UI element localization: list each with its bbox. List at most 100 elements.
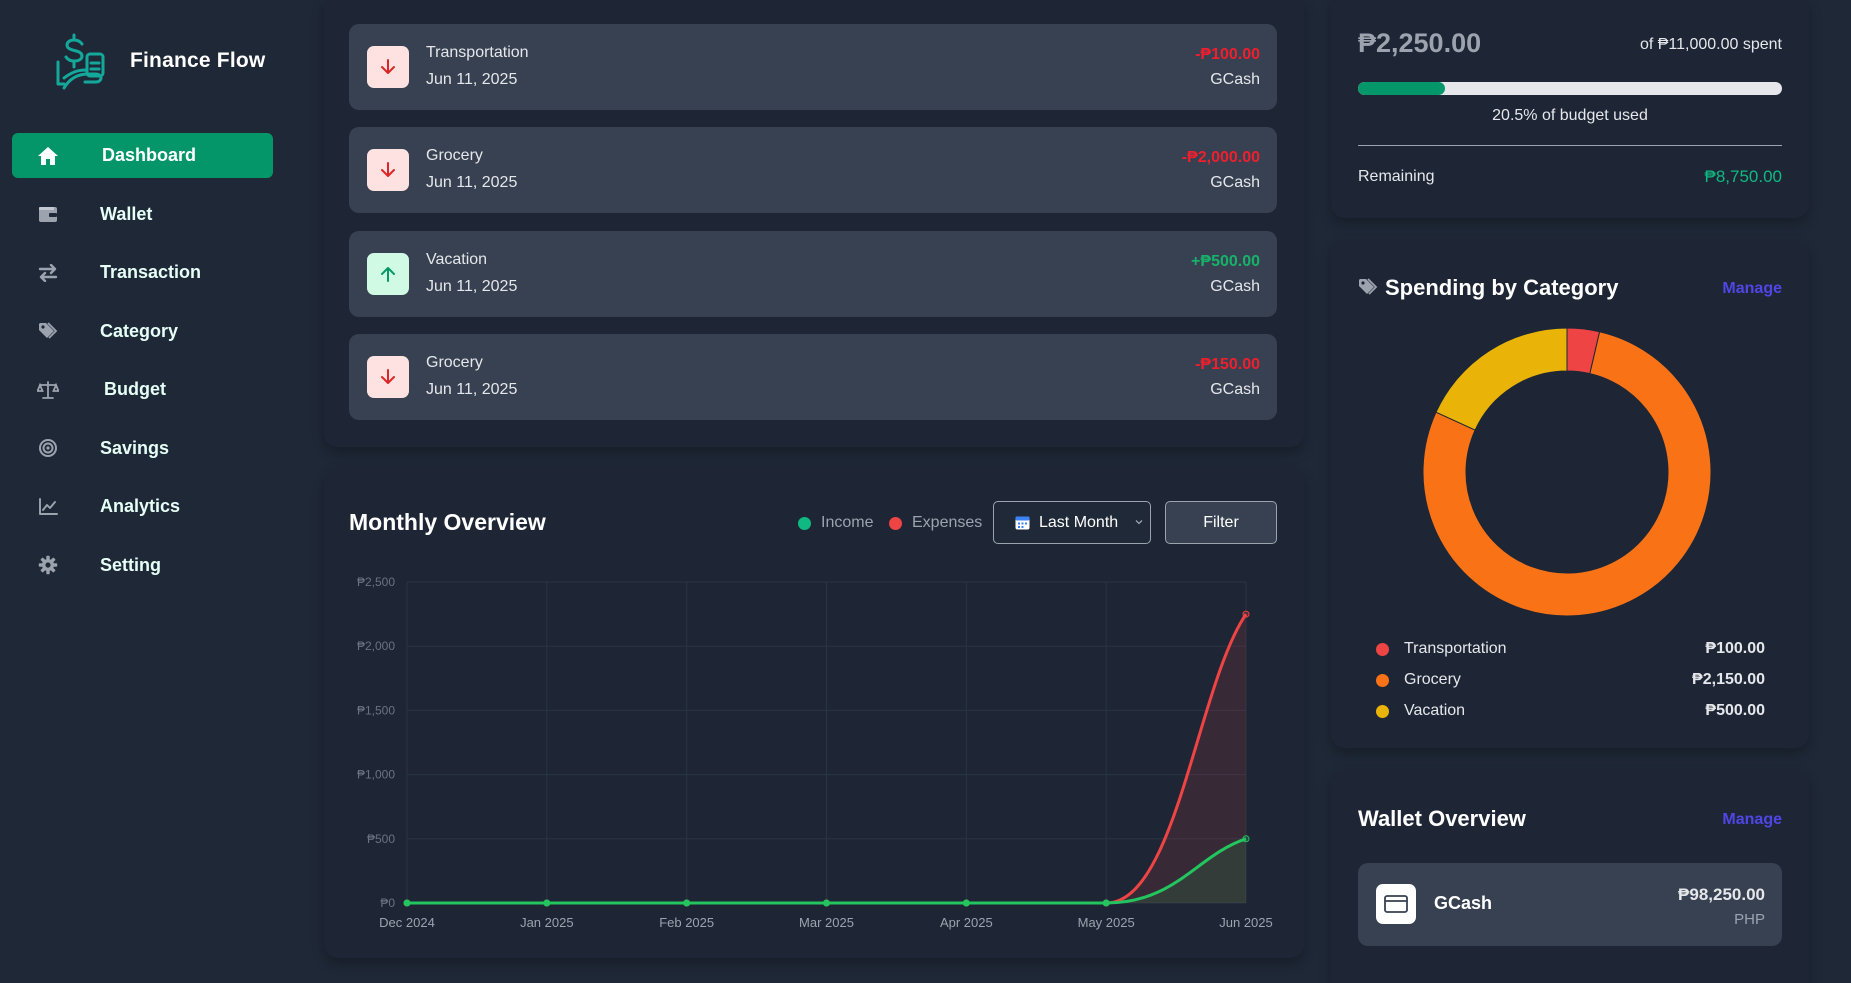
sidebar-item-dashboard[interactable]: Dashboard: [12, 133, 273, 178]
sidebar-item-label: Wallet: [100, 203, 153, 224]
category-dot: [1376, 642, 1389, 656]
sidebar-item-analytics[interactable]: Analytics: [12, 484, 273, 529]
sidebar-item-wallet[interactable]: Wallet: [12, 192, 273, 237]
category-legend-item: Grocery ₱2,150.00: [1376, 668, 1765, 692]
wallet-overview-title: Wallet Overview: [1358, 806, 1526, 831]
category-dot: [1376, 704, 1389, 718]
transaction-name: Vacation: [426, 251, 488, 268]
category-dot: [1376, 673, 1389, 687]
sidebar-item-label: Budget: [104, 379, 166, 399]
sidebar-item-transaction[interactable]: Transaction: [12, 250, 273, 295]
gear-icon: [36, 553, 60, 577]
transaction-item[interactable]: Transportation Jun 11, 2025 -₱100.00 GCa…: [349, 24, 1277, 110]
arrow-up-icon: [367, 253, 409, 295]
transaction-date: Jun 11, 2025: [426, 278, 518, 295]
sidebar-item-setting[interactable]: Setting: [12, 543, 273, 588]
budget-used-text: 20.5% of budget used: [1492, 107, 1648, 124]
transaction-amount: -₱150.00: [1195, 356, 1260, 373]
transaction-item[interactable]: Grocery Jun 11, 2025 -₱2,000.00 GCash: [349, 127, 1277, 213]
transaction-wallet: GCash: [1210, 381, 1260, 398]
arrow-down-icon: [367, 149, 409, 191]
scale-icon: [36, 378, 60, 402]
data-point-income[interactable]: [683, 899, 691, 907]
period-select[interactable]: Last Month: [993, 501, 1151, 544]
sidebar-item-label: Analytics: [100, 496, 181, 516]
monthly-overview-title: Monthly Overview: [349, 509, 546, 535]
transaction-name: Grocery: [426, 147, 483, 164]
x-tick-label: Jan 2025: [520, 915, 574, 930]
transaction-amount: -₱2,000.00: [1181, 149, 1260, 166]
chevron-down-icon: [1135, 520, 1143, 525]
sidebar-item-label: Dashboard: [102, 145, 197, 165]
remaining-label: Remaining: [1358, 168, 1435, 185]
category-legend-item: Vacation ₱500.00: [1376, 699, 1765, 723]
budget-progress-bar: [1358, 82, 1782, 95]
budget-total-text: of ₱11,000.00 spent: [1639, 36, 1782, 53]
category-name: Grocery: [1404, 671, 1461, 688]
legend-label: Income: [821, 514, 874, 531]
arrow-down-icon: [367, 356, 409, 398]
transaction-date: Jun 11, 2025: [426, 71, 518, 88]
wallet-icon: [36, 202, 60, 226]
donut-slice-vacation[interactable]: [1435, 327, 1568, 431]
x-tick-label: Mar 2025: [799, 915, 854, 930]
data-point-income[interactable]: [962, 899, 970, 907]
y-tick-label: ₱1,000: [357, 768, 395, 782]
calendar-icon: [1015, 516, 1030, 530]
x-tick-label: Feb 2025: [659, 915, 714, 930]
sidebar-item-category[interactable]: Category: [12, 309, 273, 354]
manage-wallets-link[interactable]: Manage: [1722, 811, 1782, 829]
wallet-currency: PHP: [1734, 911, 1765, 928]
sidebar-item-savings[interactable]: Savings: [12, 426, 273, 471]
period-select-value: Last Month: [1039, 513, 1119, 531]
wallet-item[interactable]: GCash ₱98,250.00 PHP: [1358, 863, 1782, 946]
y-tick-label: ₱2,000: [357, 639, 395, 653]
x-tick-label: Apr 2025: [940, 915, 993, 930]
sidebar-item-label: Savings: [100, 437, 170, 458]
budget-spent-amount: ₱2,250.00: [1358, 28, 1482, 58]
category-name: Vacation: [1404, 702, 1466, 719]
monthly-overview-chart: ₱0 ₱500 ₱1,000 ₱1,500 ₱2,000 ₱2,500 Dec 2024 Ja…: [357, 575, 1273, 930]
transaction-date: Jun 11, 2025: [426, 174, 518, 191]
wallet-balance: ₱98,250.00: [1678, 885, 1765, 904]
data-point-income[interactable]: [403, 899, 411, 907]
y-tick-label: ₱500: [367, 832, 395, 846]
sidebar-item-budget[interactable]: Budget: [12, 367, 273, 412]
data-point-income[interactable]: [1242, 835, 1250, 843]
transaction-item[interactable]: Vacation Jun 11, 2025 +₱500.00 GCash: [349, 231, 1277, 317]
spending-donut-chart: [1422, 327, 1712, 617]
data-point-income[interactable]: [1102, 899, 1110, 907]
transaction-amount: -₱100.00: [1195, 46, 1260, 63]
sidebar-item-label: Setting: [100, 554, 161, 575]
manage-categories-link[interactable]: Manage: [1722, 280, 1782, 298]
tag-icon: [1359, 278, 1378, 295]
y-tick-label: ₱0: [380, 896, 395, 910]
data-point-income[interactable]: [823, 899, 830, 907]
spending-title: Spending by Category: [1385, 275, 1619, 300]
category-legend-item: Transportation ₱100.00: [1376, 637, 1765, 661]
divider: [1358, 145, 1782, 146]
transaction-wallet: GCash: [1210, 278, 1260, 295]
data-point-expenses[interactable]: [1242, 610, 1250, 618]
arrows-exchange-icon: [36, 261, 60, 285]
sidebar: Finance Flow Dashboard Wallet Transactio…: [0, 0, 285, 983]
chart-line-icon: [36, 495, 60, 519]
category-value: ₱100.00: [1705, 640, 1765, 657]
budget-progress-fill: [1358, 82, 1445, 95]
transaction-wallet: GCash: [1210, 174, 1260, 191]
transaction-name: Grocery: [426, 354, 483, 371]
wallet-name: GCash: [1434, 893, 1493, 913]
x-tick-label: May 2025: [1078, 915, 1135, 930]
transaction-item[interactable]: Grocery Jun 11, 2025 -₱150.00 GCash: [349, 334, 1277, 420]
y-tick-label: ₱1,500: [357, 703, 395, 717]
legend-income[interactable]: Income: [798, 514, 873, 532]
legend-expenses[interactable]: Expenses: [889, 514, 982, 532]
transaction-wallet: GCash: [1210, 71, 1260, 88]
filter-button[interactable]: Filter: [1165, 501, 1277, 544]
x-tick-label: Dec 2024: [379, 915, 435, 930]
data-point-income[interactable]: [543, 899, 551, 907]
money-hand-icon: [56, 33, 105, 90]
brand[interactable]: Finance Flow: [54, 32, 265, 90]
home-icon: [36, 144, 60, 168]
transaction-date: Jun 11, 2025: [426, 381, 518, 398]
